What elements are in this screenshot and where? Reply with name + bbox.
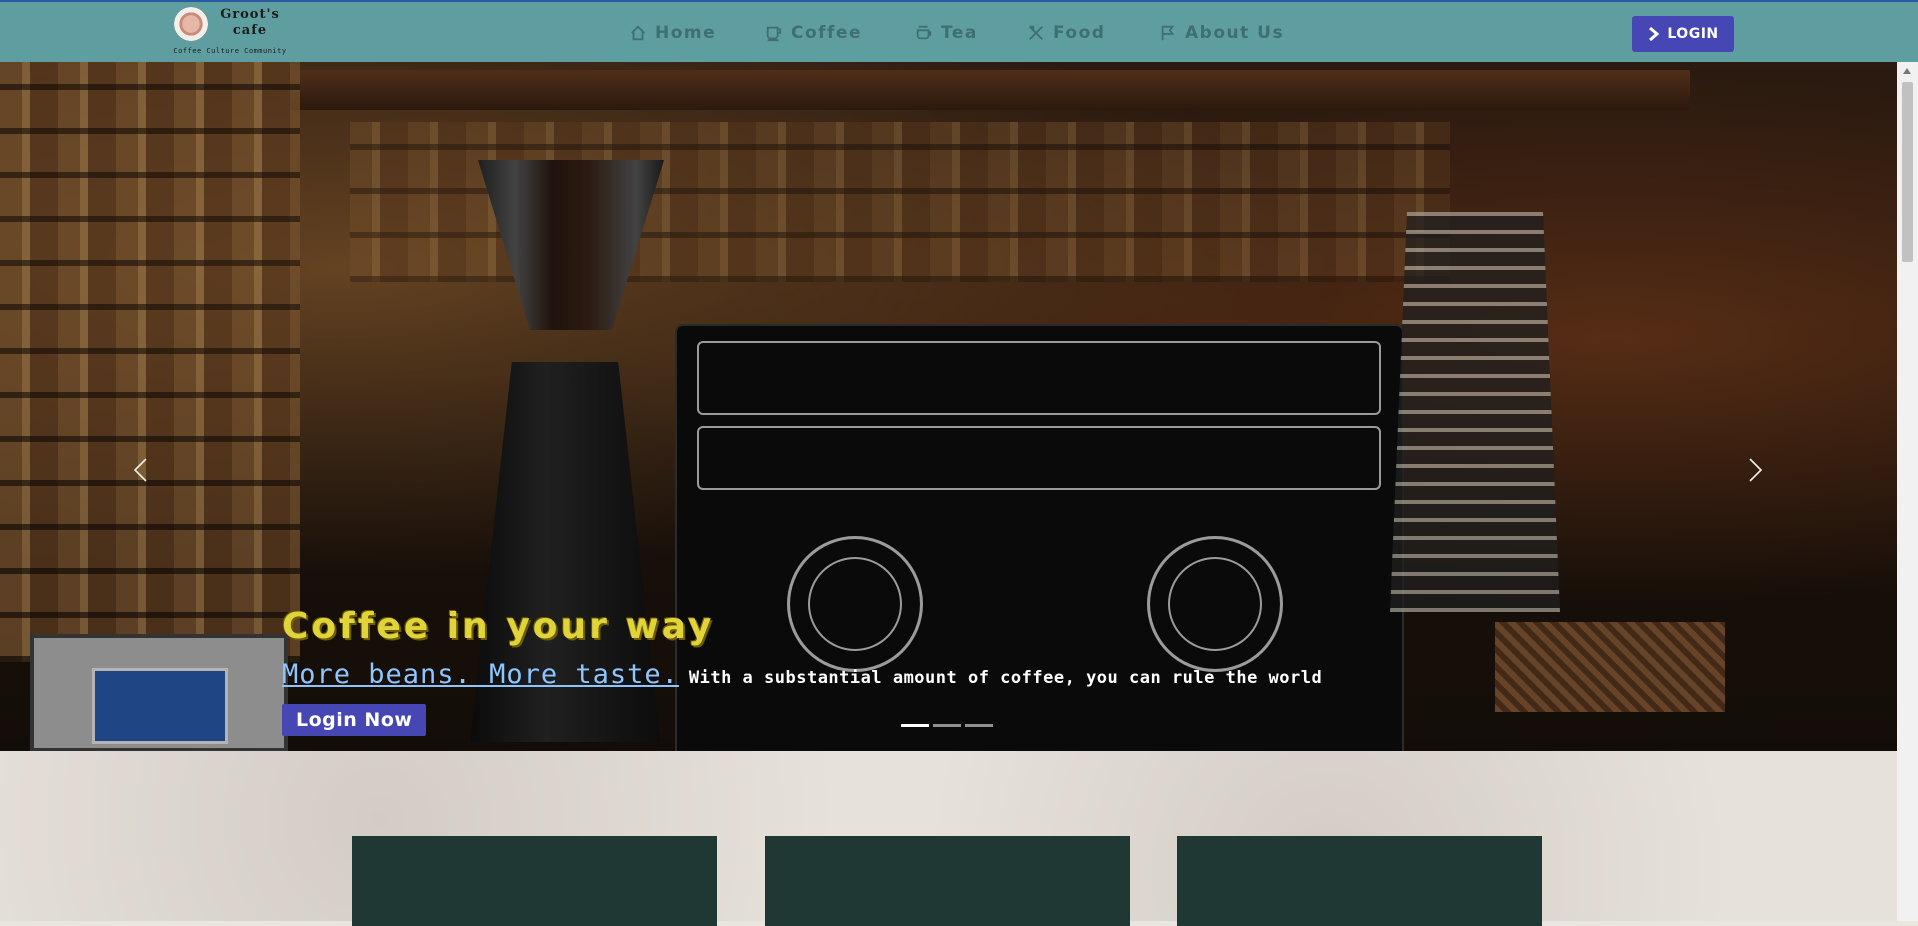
hero-carousel: Coffee in your way More beans. More tast… bbox=[0, 62, 1897, 751]
hero-headline: Coffee in your way bbox=[282, 606, 715, 647]
nav-item-coffee[interactable]: Coffee bbox=[765, 19, 862, 47]
carousel-indicator-2[interactable] bbox=[933, 724, 961, 727]
carousel-indicator-1[interactable] bbox=[901, 724, 929, 727]
brand-name-line1: Groot's bbox=[220, 7, 280, 22]
carousel-indicators bbox=[901, 724, 993, 727]
chevron-right-icon bbox=[1749, 458, 1763, 482]
carousel-indicator-3[interactable] bbox=[965, 724, 993, 727]
scrollbar-thumb[interactable] bbox=[1902, 82, 1913, 262]
flag-icon bbox=[1161, 25, 1175, 41]
carousel-caption: Coffee in your way More beans. More tast… bbox=[282, 607, 1482, 736]
coffee-cup-icon bbox=[766, 26, 782, 42]
utensils-icon bbox=[1029, 25, 1043, 40]
home-icon bbox=[631, 25, 645, 41]
nav-item-label: Coffee bbox=[791, 23, 863, 43]
feature-card[interactable] bbox=[352, 836, 717, 926]
feature-card[interactable] bbox=[1177, 836, 1542, 926]
brand-tagline: Coffee Culture Community bbox=[173, 47, 287, 55]
hero-subheadline: More beans. More taste. With a substanti… bbox=[282, 659, 1482, 690]
nav-item-about-us[interactable]: About Us bbox=[1159, 19, 1284, 47]
nav-item-tea[interactable]: Tea bbox=[915, 19, 978, 47]
nav-item-home[interactable]: Home bbox=[629, 19, 716, 47]
nav-item-label: About Us bbox=[1185, 23, 1285, 43]
nav-item-label: Food bbox=[1053, 23, 1106, 43]
content-section bbox=[0, 751, 1897, 926]
nav-item-label: Tea bbox=[941, 23, 978, 43]
hero-subheadline-text: With a substantial amount of coffee, you… bbox=[688, 668, 1323, 688]
login-button[interactable]: LOGIN bbox=[1632, 16, 1734, 52]
chevron-left-icon bbox=[133, 458, 147, 482]
brand[interactable]: Groot's cafe Coffee Culture Community bbox=[172, 5, 288, 59]
nav-item-label: Home bbox=[655, 23, 717, 43]
brand-name: Groot's cafe bbox=[212, 7, 288, 39]
carousel-next-button[interactable] bbox=[1748, 457, 1764, 483]
nav-item-food[interactable]: Food bbox=[1027, 19, 1105, 47]
login-now-button[interactable]: Login Now bbox=[282, 704, 427, 736]
chevron-right-icon bbox=[1649, 26, 1660, 42]
top-navbar: Groot's cafe Coffee Culture Community Ho… bbox=[0, 0, 1918, 62]
page-scrollbar[interactable] bbox=[1897, 62, 1918, 921]
brand-name-line2: cafe bbox=[232, 23, 268, 38]
coffee-cup-logo-icon bbox=[174, 7, 208, 41]
tea-cup-icon bbox=[916, 25, 932, 40]
hero-subheadline-link[interactable]: More beans. More taste. bbox=[282, 659, 679, 690]
scroll-up-arrow-icon[interactable] bbox=[1903, 68, 1911, 74]
carousel-prev-button[interactable] bbox=[132, 457, 148, 483]
feature-card[interactable] bbox=[765, 836, 1130, 926]
login-button-label: LOGIN bbox=[1667, 26, 1719, 42]
